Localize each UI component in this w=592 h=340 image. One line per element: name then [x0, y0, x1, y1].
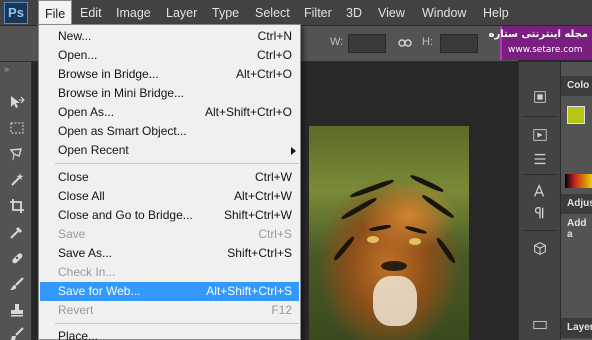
menu-item-label: Open...	[58, 48, 98, 62]
menu-item-shortcut: F12	[271, 303, 292, 317]
history-brush-tool-icon[interactable]	[6, 324, 28, 340]
crop-tool-icon[interactable]	[6, 196, 28, 216]
menu-file[interactable]: File	[38, 0, 73, 26]
panel-grip-icon[interactable]: »	[4, 64, 9, 74]
magic-wand-tool-icon[interactable]	[6, 170, 28, 190]
menu-item-shortcut: Alt+Shift+Ctrl+O	[204, 105, 292, 119]
brush-tool-icon[interactable]	[6, 274, 28, 294]
submenu-arrow-icon	[291, 147, 296, 155]
menu-separator	[55, 163, 299, 164]
menu-item-shortcut: Ctrl+W	[255, 170, 292, 184]
width-label: W:	[330, 36, 344, 48]
layers-panel-tab[interactable]: Layers	[561, 318, 592, 338]
move-tool-icon[interactable]	[6, 92, 28, 112]
actions-panel-icon[interactable]	[531, 126, 549, 144]
height-label: H:	[422, 36, 433, 48]
color-panel-tab[interactable]: Colo	[561, 76, 592, 96]
menu-item-label: Close and Go to Bridge...	[58, 208, 193, 222]
menu-edit[interactable]: Edit	[74, 0, 108, 26]
healing-brush-tool-icon[interactable]	[6, 248, 28, 268]
menu-bar: Ps File Edit Image Layer Type Select Fil…	[0, 0, 592, 26]
adjustments-panel-tab[interactable]: Adjus	[561, 194, 592, 214]
tools-panel: »	[0, 62, 32, 340]
menu-item-label: Save	[58, 227, 86, 241]
menu-item-revert: Revert F12	[40, 301, 299, 320]
menu-filter[interactable]: Filter	[298, 0, 338, 26]
file-menu-dropdown: New... Ctrl+N Open... Ctrl+O Browse in B…	[38, 24, 301, 340]
timeline-panel-icon[interactable]	[531, 316, 549, 334]
menu-item-shortcut: Shift+Ctrl+W	[223, 208, 292, 222]
menu-item-save: Save Ctrl+S	[40, 225, 299, 244]
color-panel-group: Colo Adjus Add a Layers	[560, 62, 592, 340]
menu-item-label: Save As...	[58, 246, 113, 260]
menu-item-label: Open Recent	[58, 143, 129, 157]
menu-item-save-as[interactable]: Save As... Shift+Ctrl+S	[40, 244, 299, 263]
properties-panel-icon[interactable]	[531, 150, 549, 168]
menu-item-shortcut: Alt+Ctrl+W	[233, 189, 292, 203]
menu-3d[interactable]: 3D	[340, 0, 368, 26]
menu-item-shortcut: Ctrl+N	[257, 29, 292, 43]
menu-item-label: Close All	[58, 189, 105, 203]
menu-item-open-as[interactable]: Open As... Alt+Shift+Ctrl+O	[40, 103, 299, 122]
eyedropper-tool-icon[interactable]	[6, 222, 28, 242]
menu-item-close-and-go-to-bridge[interactable]: Close and Go to Bridge... Shift+Ctrl+W	[40, 206, 299, 225]
menu-layer[interactable]: Layer	[160, 0, 203, 26]
menu-item-check-in: Check In...	[40, 263, 299, 282]
3d-panel-icon[interactable]	[531, 240, 549, 258]
history-panel-icon[interactable]	[531, 88, 549, 106]
menu-item-save-for-web[interactable]: Save for Web... Alt+Shift+Ctrl+S	[40, 282, 299, 301]
menu-item-label: Revert	[58, 303, 94, 317]
menu-item-open-as-smart-object[interactable]: Open as Smart Object...	[40, 122, 299, 141]
color-spectrum[interactable]	[565, 174, 592, 188]
menu-item-shortcut: Ctrl+S	[258, 227, 292, 241]
foreground-color-swatch[interactable]	[567, 106, 585, 124]
menu-item-label: Save for Web...	[58, 284, 141, 298]
menu-item-label: Open as Smart Object...	[58, 124, 187, 138]
lasso-tool-icon[interactable]	[6, 144, 28, 164]
menu-item-place[interactable]: Place...	[40, 327, 299, 340]
menu-item-close[interactable]: Close Ctrl+W	[40, 168, 299, 187]
menu-item-shortcut: Alt+Shift+Ctrl+S	[206, 284, 292, 298]
menu-item-label: Open As...	[58, 105, 115, 119]
menu-item-label: Place...	[58, 329, 99, 340]
menu-item-label: Close	[58, 170, 89, 184]
clone-stamp-tool-icon[interactable]	[6, 300, 28, 320]
watermark-url: www.setare.com	[508, 45, 583, 55]
menu-item-label: Browse in Bridge...	[58, 67, 159, 81]
collapsed-panels	[518, 62, 560, 340]
menu-item-shortcut: Alt+Ctrl+O	[235, 67, 292, 81]
menu-item-new[interactable]: New... Ctrl+N	[40, 27, 299, 46]
menu-view[interactable]: View	[372, 0, 411, 26]
paragraph-panel-icon[interactable]	[531, 204, 549, 222]
menu-select[interactable]: Select	[249, 0, 296, 26]
width-input[interactable]	[348, 34, 386, 53]
link-icon[interactable]	[398, 38, 412, 48]
menu-item-shortcut: Shift+Ctrl+S	[227, 246, 292, 260]
tiger-image	[309, 126, 469, 340]
menu-item-open[interactable]: Open... Ctrl+O	[40, 46, 299, 65]
character-panel-icon[interactable]	[531, 182, 549, 200]
menu-window[interactable]: Window	[416, 0, 472, 26]
menu-item-shortcut: Ctrl+O	[256, 48, 292, 62]
photoshop-logo: Ps	[4, 2, 28, 24]
watermark-banner: مجله اینترنتی ستاره www.setare.com	[489, 26, 592, 60]
height-input[interactable]	[440, 34, 478, 53]
adjustments-add-label: Add a	[567, 218, 587, 240]
menu-help[interactable]: Help	[477, 0, 515, 26]
menu-item-browse-in-bridge[interactable]: Browse in Bridge... Alt+Ctrl+O	[40, 65, 299, 84]
menu-item-label: Browse in Mini Bridge...	[58, 86, 185, 100]
marquee-tool-icon[interactable]	[6, 118, 28, 138]
menu-item-browse-in-mini-bridge[interactable]: Browse in Mini Bridge...	[40, 84, 299, 103]
menu-type[interactable]: Type	[206, 0, 245, 26]
menu-item-close-all[interactable]: Close All Alt+Ctrl+W	[40, 187, 299, 206]
menu-image[interactable]: Image	[110, 0, 157, 26]
menu-item-label: Check In...	[58, 265, 116, 279]
menu-item-open-recent[interactable]: Open Recent	[40, 141, 299, 160]
menu-separator	[55, 323, 299, 324]
menu-item-label: New...	[58, 29, 92, 43]
watermark-title: مجله اینترنتی ستاره	[488, 29, 588, 40]
